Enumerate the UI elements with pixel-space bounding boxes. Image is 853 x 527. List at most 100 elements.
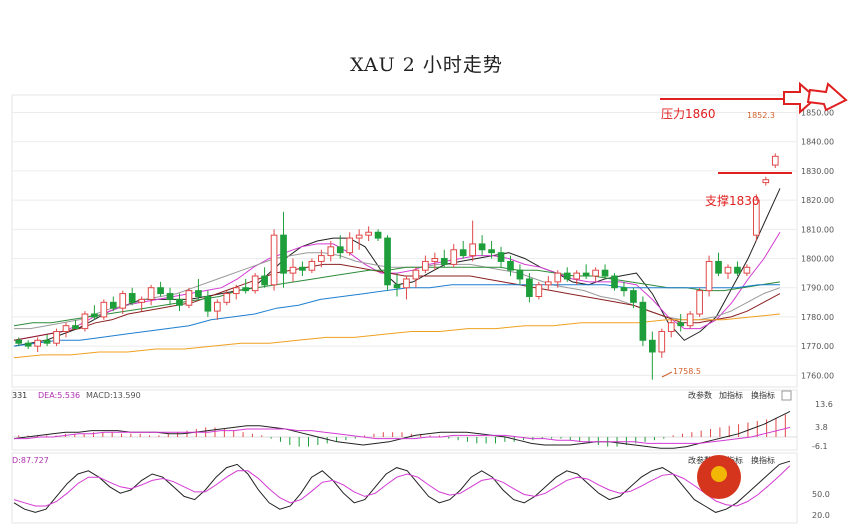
- y-tick-label: 1850.00: [801, 109, 834, 118]
- candle-body: [422, 260, 429, 271]
- macd-close-button[interactable]: [781, 390, 792, 401]
- candle-body: [91, 313, 98, 318]
- candle-body: [715, 260, 722, 274]
- candle-body: [459, 249, 467, 257]
- candle-body: [544, 281, 552, 286]
- candle-body: [15, 339, 23, 344]
- candle-body: [412, 269, 420, 280]
- macd-tick-mid: 3.8: [815, 423, 828, 432]
- candle-body: [289, 266, 297, 274]
- candle-body: [128, 293, 136, 303]
- candle-body: [507, 260, 514, 271]
- low-price-label: 1758.5: [673, 367, 701, 376]
- candle-body: [261, 275, 268, 286]
- candle-body: [242, 287, 250, 292]
- candle-body: [620, 287, 628, 292]
- dea-label: DEA:5.536: [38, 391, 80, 400]
- candle-body: [72, 325, 79, 330]
- y-axis-ticks: 1760.00 1770.00 1780.00 1790.00 1800.00 1810.…: [801, 109, 834, 381]
- candle-body: [440, 258, 448, 265]
- candle-body: [251, 275, 259, 292]
- kd-tick-mid: 50.0: [812, 490, 830, 499]
- macd-edit-params-button[interactable]: 改参数: [688, 390, 712, 400]
- candle-body: [176, 298, 183, 306]
- candle-body: [667, 322, 675, 333]
- candle-body: [630, 290, 637, 303]
- y-tick-label: 1810.00: [801, 225, 834, 234]
- main-plot-area: [11, 94, 798, 388]
- candle-body: [355, 234, 363, 239]
- kd-left-label: D:87.727: [12, 456, 49, 465]
- kd-tick-low: 20.0: [812, 511, 830, 520]
- xau-chart: 1760.00 1770.00 1780.00 1790.00 1800.00 1810.…: [11, 81, 848, 524]
- macd-tick-high: 13.6: [815, 400, 833, 409]
- candle-body: [743, 266, 751, 274]
- candle-body: [109, 301, 117, 309]
- candle-body: [554, 272, 562, 283]
- candle-body: [270, 234, 278, 286]
- candle-body: [213, 301, 221, 312]
- candle-body: [592, 269, 599, 277]
- macd-switch-indicator-button[interactable]: 换指标: [751, 390, 775, 400]
- macd-add-indicator-button[interactable]: 加指标: [719, 390, 743, 400]
- support-label: 支撑1830: [705, 193, 760, 208]
- candle-body: [308, 260, 316, 271]
- candle-body: [601, 269, 609, 277]
- candle-body: [516, 269, 524, 280]
- candle-body: [138, 298, 146, 303]
- candle-body: [232, 287, 240, 295]
- macd-tick-low: -6.1: [812, 442, 828, 451]
- candle-body: [147, 287, 155, 300]
- candle-body: [346, 237, 354, 254]
- candle-body: [204, 295, 212, 312]
- candle-body: [43, 339, 51, 344]
- candle-body: [431, 258, 439, 262]
- candle-body: [677, 322, 685, 327]
- resistance-label: 压力1860: [661, 107, 716, 121]
- y-tick-label: 1770.00: [801, 342, 834, 351]
- candle-body: [450, 249, 458, 265]
- candle-body: [639, 301, 647, 341]
- candle-body: [762, 179, 770, 184]
- candle-body: [185, 290, 193, 306]
- candle-body: [81, 313, 89, 330]
- candle-body: [705, 260, 713, 292]
- high-price-label: 1852.3: [747, 111, 775, 120]
- watermark-logo-inner-icon: [711, 466, 727, 482]
- candle-body: [771, 155, 779, 166]
- candle-body: [403, 278, 410, 289]
- y-tick-label: 1820.00: [801, 196, 834, 205]
- candle-body: [611, 275, 618, 289]
- candle-body: [318, 255, 325, 262]
- candle-body: [157, 287, 164, 295]
- candle-body: [488, 249, 495, 254]
- candle-body: [34, 339, 41, 347]
- candle-body: [648, 339, 656, 353]
- candle-body: [696, 290, 703, 315]
- candle-body: [563, 272, 571, 280]
- y-tick-label: 1790.00: [801, 284, 834, 293]
- kd-switch-indicator-button[interactable]: 换指标: [751, 455, 775, 465]
- candle-body: [365, 231, 372, 236]
- candle-body: [53, 331, 60, 344]
- arrow-icon: [806, 82, 848, 112]
- candle-body: [526, 278, 533, 297]
- candle-body: [734, 266, 741, 274]
- candle-body: [497, 252, 505, 262]
- candle-body: [393, 284, 401, 289]
- candle-body: [166, 293, 174, 300]
- macd-left-label: 331: [12, 391, 27, 400]
- candle-body: [658, 331, 666, 353]
- y-tick-label: 1780.00: [801, 313, 834, 322]
- candle-body: [535, 284, 543, 297]
- candle-body: [327, 246, 335, 257]
- macd-value-label: MACD:13.590: [86, 391, 141, 400]
- candle-body: [573, 272, 581, 280]
- candle-body: [374, 231, 382, 239]
- candle-body: [336, 246, 344, 254]
- candle-body: [100, 301, 108, 318]
- candle-body: [724, 266, 732, 274]
- y-tick-label: 1760.00: [801, 371, 834, 380]
- candle-body: [299, 266, 306, 271]
- y-tick-label: 1800.00: [801, 255, 834, 264]
